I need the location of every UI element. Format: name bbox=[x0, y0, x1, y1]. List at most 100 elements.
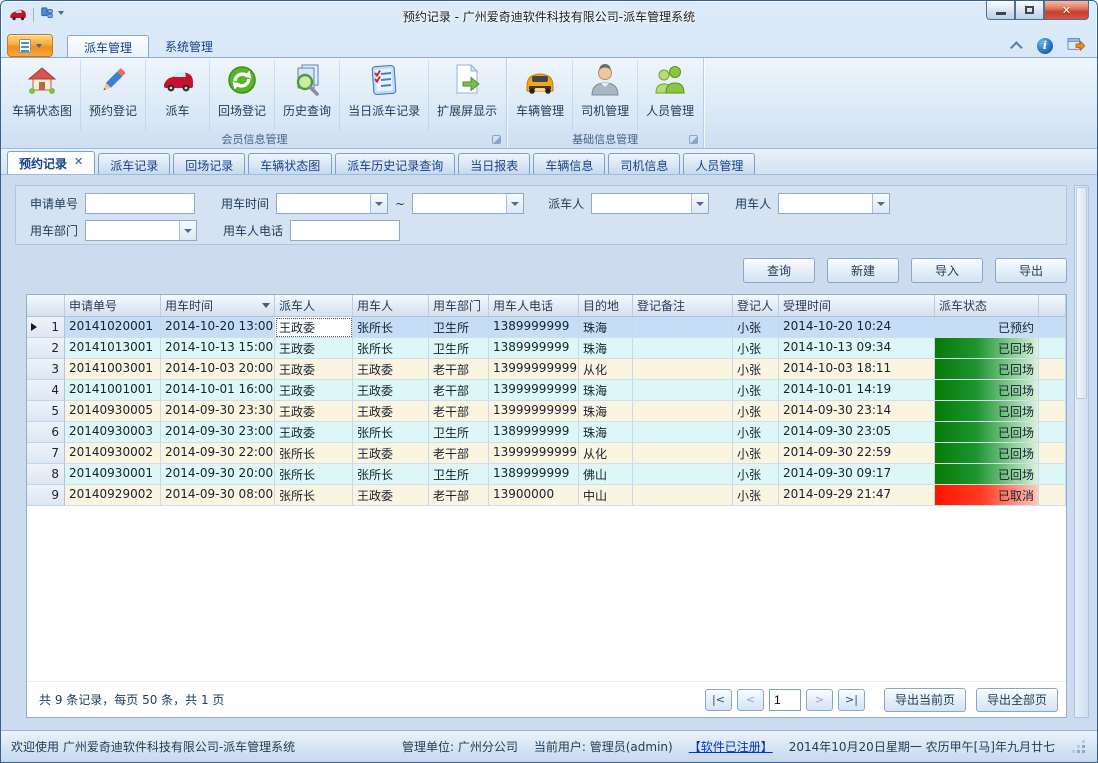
cell-accept-time[interactable]: 2014-10-01 14:19 bbox=[779, 380, 935, 401]
row-indicator[interactable]: 9 bbox=[27, 485, 65, 506]
cell-department[interactable]: 老干部 bbox=[429, 443, 489, 464]
cell-use-time[interactable]: 2014-09-30 23:00 bbox=[161, 422, 275, 443]
cell-dispatch-status[interactable]: 已回场 bbox=[935, 401, 1039, 422]
cell-dispatcher[interactable]: 王政委 bbox=[275, 317, 353, 338]
header-department[interactable]: 用车部门 bbox=[429, 295, 489, 316]
table-row[interactable]: 3201410030012014-10-03 20:00王政委王政委老干部139… bbox=[27, 359, 1066, 380]
cell-use-time[interactable]: 2014-09-30 20:00 bbox=[161, 464, 275, 485]
cell-note[interactable] bbox=[633, 317, 733, 338]
header-dispatch-status[interactable]: 派车状态 bbox=[935, 295, 1039, 316]
cell-phone[interactable]: 13999999999 bbox=[489, 380, 579, 401]
cell-filler[interactable] bbox=[1039, 464, 1066, 485]
cell-use-time[interactable]: 2014-10-13 15:00 bbox=[161, 338, 275, 359]
cell-destination[interactable]: 从化 bbox=[579, 443, 633, 464]
tab-vehicle-info[interactable]: 车辆信息 bbox=[533, 153, 605, 174]
content-vertical-scrollbar[interactable] bbox=[1074, 185, 1089, 718]
header-accept-time[interactable]: 受理时间 bbox=[779, 295, 935, 316]
cell-department[interactable]: 老干部 bbox=[429, 359, 489, 380]
vehicle-status-map-button[interactable]: 车辆状态图 bbox=[4, 60, 81, 130]
table-row[interactable]: 7201409300022014-09-30 22:00张所长王政委老干部139… bbox=[27, 443, 1066, 464]
cell-accept-time[interactable]: 2014-09-30 09:17 bbox=[779, 464, 935, 485]
cell-filler[interactable] bbox=[1039, 317, 1066, 338]
cell-department[interactable]: 老干部 bbox=[429, 485, 489, 506]
header-registrar[interactable]: 登记人 bbox=[733, 295, 779, 316]
tab-vehicle-status-map[interactable]: 车辆状态图 bbox=[248, 153, 332, 174]
cell-department[interactable]: 卫生所 bbox=[429, 338, 489, 359]
row-indicator[interactable]: 8 bbox=[27, 464, 65, 485]
cell-user[interactable]: 王政委 bbox=[353, 401, 429, 422]
use-time-to-combo[interactable] bbox=[412, 193, 524, 214]
dialog-launcher-icon[interactable] bbox=[492, 135, 501, 144]
header-order-no[interactable]: 申请单号 bbox=[65, 295, 161, 316]
cell-dispatcher[interactable]: 王政委 bbox=[275, 380, 353, 401]
user-phone-input[interactable] bbox=[290, 220, 400, 241]
cell-destination[interactable]: 中山 bbox=[579, 485, 633, 506]
cell-dispatch-status[interactable]: 已回场 bbox=[935, 380, 1039, 401]
table-row[interactable]: 2201410130012014-10-13 15:00王政委张所长卫生所138… bbox=[27, 338, 1066, 359]
import-button[interactable]: 导入 bbox=[911, 258, 983, 283]
cell-destination[interactable]: 珠海 bbox=[579, 380, 633, 401]
cell-phone[interactable]: 1389999999 bbox=[489, 338, 579, 359]
dispatcher-combo[interactable] bbox=[591, 193, 709, 214]
table-row[interactable]: 1201410200012014-10-20 13:00王政委张所长卫生所138… bbox=[27, 317, 1066, 338]
cell-department[interactable]: 老干部 bbox=[429, 380, 489, 401]
cell-order-no[interactable]: 20141003001 bbox=[65, 359, 161, 380]
cell-note[interactable] bbox=[633, 464, 733, 485]
cell-user[interactable]: 张所长 bbox=[353, 464, 429, 485]
cell-user[interactable]: 张所长 bbox=[353, 317, 429, 338]
cell-accept-time[interactable]: 2014-10-20 10:24 bbox=[779, 317, 935, 338]
cell-dispatch-status[interactable]: 已预约 bbox=[935, 317, 1039, 338]
cell-use-time[interactable]: 2014-09-30 08:00 bbox=[161, 485, 275, 506]
table-row[interactable]: 5201409300052014-09-30 23:30王政委王政委老干部139… bbox=[27, 401, 1066, 422]
row-indicator[interactable]: 5 bbox=[27, 401, 65, 422]
tab-reservation-records[interactable]: 预约记录 ✕ bbox=[7, 151, 95, 174]
cell-order-no[interactable]: 20140930001 bbox=[65, 464, 161, 485]
cell-registrar[interactable]: 小张 bbox=[733, 422, 779, 443]
cell-user[interactable]: 王政委 bbox=[353, 380, 429, 401]
cell-registrar[interactable]: 小张 bbox=[733, 485, 779, 506]
cell-dispatch-status[interactable]: 已取消 bbox=[935, 485, 1039, 506]
cell-filler[interactable] bbox=[1039, 401, 1066, 422]
ribbon-tab-dispatch[interactable]: 派车管理 bbox=[67, 35, 149, 57]
cell-user[interactable]: 王政委 bbox=[353, 443, 429, 464]
cell-dispatch-status[interactable]: 已回场 bbox=[935, 464, 1039, 485]
cell-accept-time[interactable]: 2014-09-30 22:59 bbox=[779, 443, 935, 464]
user-combo[interactable] bbox=[778, 193, 890, 214]
cell-user[interactable]: 王政委 bbox=[353, 359, 429, 380]
next-page-button[interactable]: > bbox=[806, 689, 833, 711]
cell-filler[interactable] bbox=[1039, 338, 1066, 359]
tab-personnel-manage[interactable]: 人员管理 bbox=[683, 153, 755, 174]
tab-history-query[interactable]: 派车历史记录查询 bbox=[335, 153, 455, 174]
header-dispatcher[interactable]: 派车人 bbox=[275, 295, 353, 316]
header-destination[interactable]: 目的地 bbox=[579, 295, 633, 316]
cell-registrar[interactable]: 小张 bbox=[733, 317, 779, 338]
driver-manage-button[interactable]: 司机管理 bbox=[573, 60, 638, 130]
export-button[interactable]: 导出 bbox=[995, 258, 1067, 283]
cell-dispatch-status[interactable]: 已回场 bbox=[935, 422, 1039, 443]
department-combo[interactable] bbox=[85, 220, 197, 241]
cell-note[interactable] bbox=[633, 443, 733, 464]
row-indicator[interactable]: 6 bbox=[27, 422, 65, 443]
cell-destination[interactable]: 珠海 bbox=[579, 338, 633, 359]
cell-user[interactable]: 王政委 bbox=[353, 485, 429, 506]
last-page-button[interactable]: >| bbox=[838, 689, 865, 711]
cell-order-no[interactable]: 20140929002 bbox=[65, 485, 161, 506]
cell-phone[interactable]: 13900000 bbox=[489, 485, 579, 506]
cell-phone[interactable]: 13999999999 bbox=[489, 359, 579, 380]
cell-dispatcher[interactable]: 张所长 bbox=[275, 485, 353, 506]
table-row[interactable]: 6201409300032014-09-30 23:00王政委张所长卫生所138… bbox=[27, 422, 1066, 443]
cell-dispatch-status[interactable]: 已回场 bbox=[935, 443, 1039, 464]
chevron-down-icon[interactable] bbox=[872, 194, 889, 213]
cell-use-time[interactable]: 2014-10-20 13:00 bbox=[161, 317, 275, 338]
cell-order-no[interactable]: 20140930002 bbox=[65, 443, 161, 464]
cell-department[interactable]: 卫生所 bbox=[429, 464, 489, 485]
chevron-down-icon[interactable] bbox=[506, 194, 523, 213]
header-user-phone[interactable]: 用车人电话 bbox=[489, 295, 579, 316]
cell-use-time[interactable]: 2014-10-03 20:00 bbox=[161, 359, 275, 380]
query-button[interactable]: 查询 bbox=[743, 258, 815, 283]
cell-dispatcher[interactable]: 张所长 bbox=[275, 464, 353, 485]
cell-accept-time[interactable]: 2014-09-30 23:14 bbox=[779, 401, 935, 422]
cell-filler[interactable] bbox=[1039, 485, 1066, 506]
support-icon[interactable] bbox=[1067, 36, 1085, 55]
header-use-time[interactable]: 用车时间 bbox=[161, 295, 275, 316]
